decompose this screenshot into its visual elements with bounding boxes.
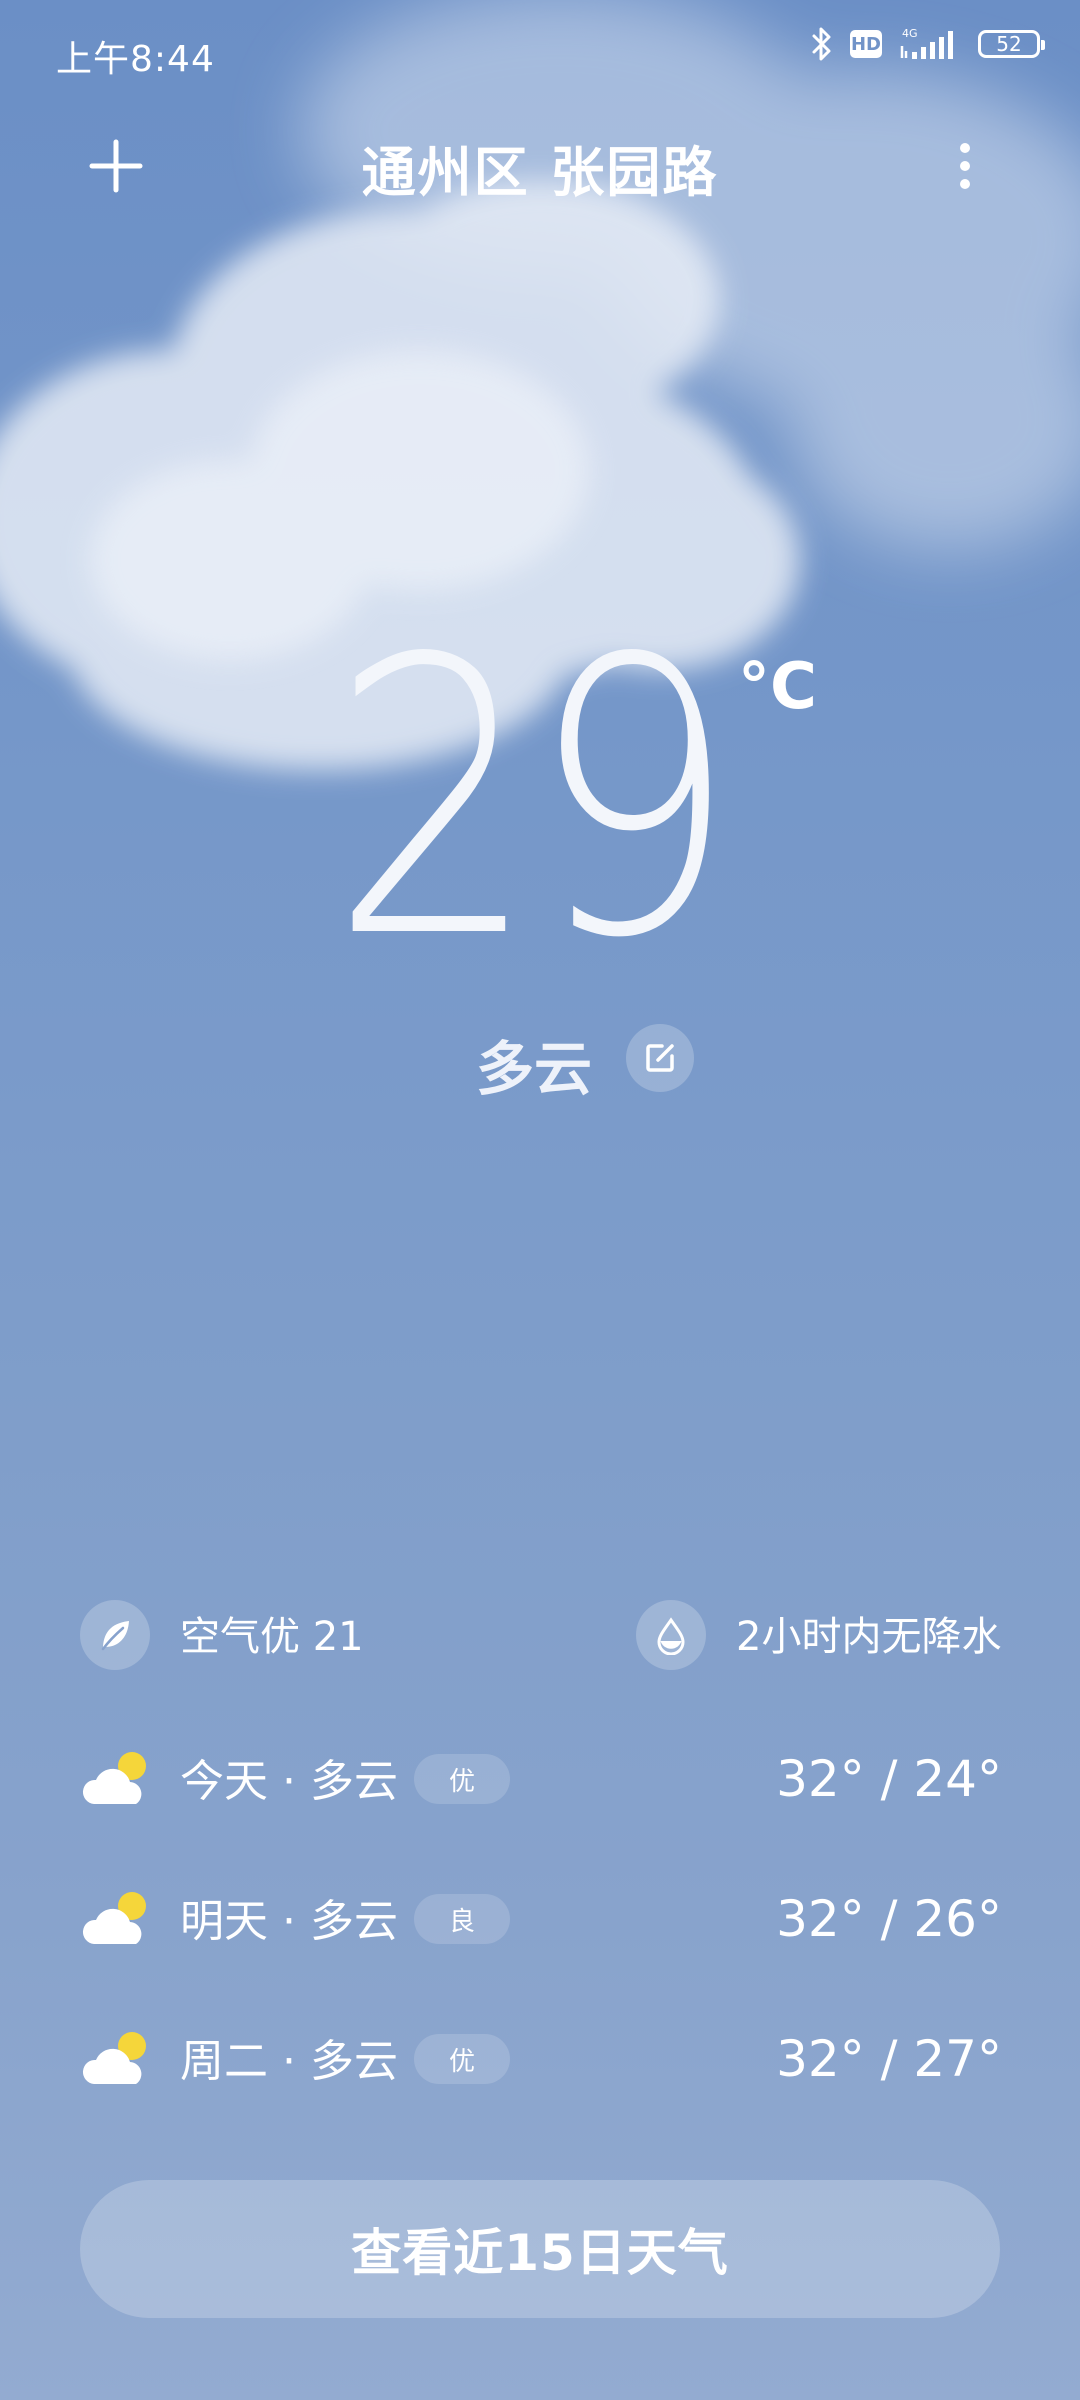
air-quality-text[interactable]: 空气优 21: [180, 1617, 364, 1657]
location-title[interactable]: 通州区 张园路: [0, 128, 1080, 207]
aqi-badge: 优: [414, 2034, 510, 2084]
partly-cloudy-icon: [82, 1752, 146, 1804]
aqi-badge: 优: [414, 1754, 510, 1804]
status-icons: HD 4G 52: [810, 26, 1045, 62]
forecast-row-tuesday[interactable]: 周二 · 多云 优 32° / 27°: [80, 2026, 1002, 2106]
forecast-day-label: 明天 · 多云: [180, 1896, 398, 1947]
leaf-icon: [101, 1621, 129, 1651]
forecast-day-label: 周二 · 多云: [180, 2036, 398, 2087]
forecast-temp-range: 32° / 24°: [776, 1750, 1002, 1808]
more-options-button[interactable]: [940, 136, 990, 196]
more-vertical-icon: [960, 143, 970, 189]
network-label: 4G: [902, 27, 918, 40]
partly-cloudy-icon: [82, 2032, 146, 2084]
battery-indicator: 52: [978, 30, 1045, 58]
forecast-temp-range: 32° / 26°: [776, 1890, 1002, 1948]
forecast-day-label: 今天 · 多云: [180, 1756, 398, 1807]
status-time: 上午8:44: [56, 39, 215, 80]
forecast-row-tomorrow[interactable]: 明天 · 多云 良 32° / 26°: [80, 1886, 1002, 1966]
status-bar: 上午8:44 HD 4G 52: [0, 0, 1080, 104]
edit-icon: [646, 1044, 674, 1072]
aqi-badge: 良: [414, 1894, 510, 1944]
edit-weather-button[interactable]: [626, 1024, 694, 1092]
partly-cloudy-icon: [82, 1892, 146, 1944]
current-temperature: 29: [330, 578, 737, 1021]
temperature-unit: °C: [738, 650, 817, 724]
precipitation-text[interactable]: 2小时内无降水: [736, 1617, 1001, 1657]
current-condition: 多云: [476, 1035, 593, 1103]
forecast-temp-range: 32° / 27°: [776, 2030, 1002, 2088]
air-quality-icon-badge[interactable]: [80, 1600, 150, 1670]
signal-icon: 4G: [900, 27, 953, 59]
forecast-row-today[interactable]: 今天 · 多云 优 32° / 24°: [80, 1746, 1002, 1826]
water-drop-icon: [657, 1617, 685, 1655]
hd-badge: HD: [850, 30, 882, 58]
precipitation-icon-badge[interactable]: [636, 1600, 706, 1670]
bluetooth-icon: [812, 27, 831, 61]
view-15-day-forecast-button[interactable]: 查看近15日天气: [80, 2180, 1000, 2318]
